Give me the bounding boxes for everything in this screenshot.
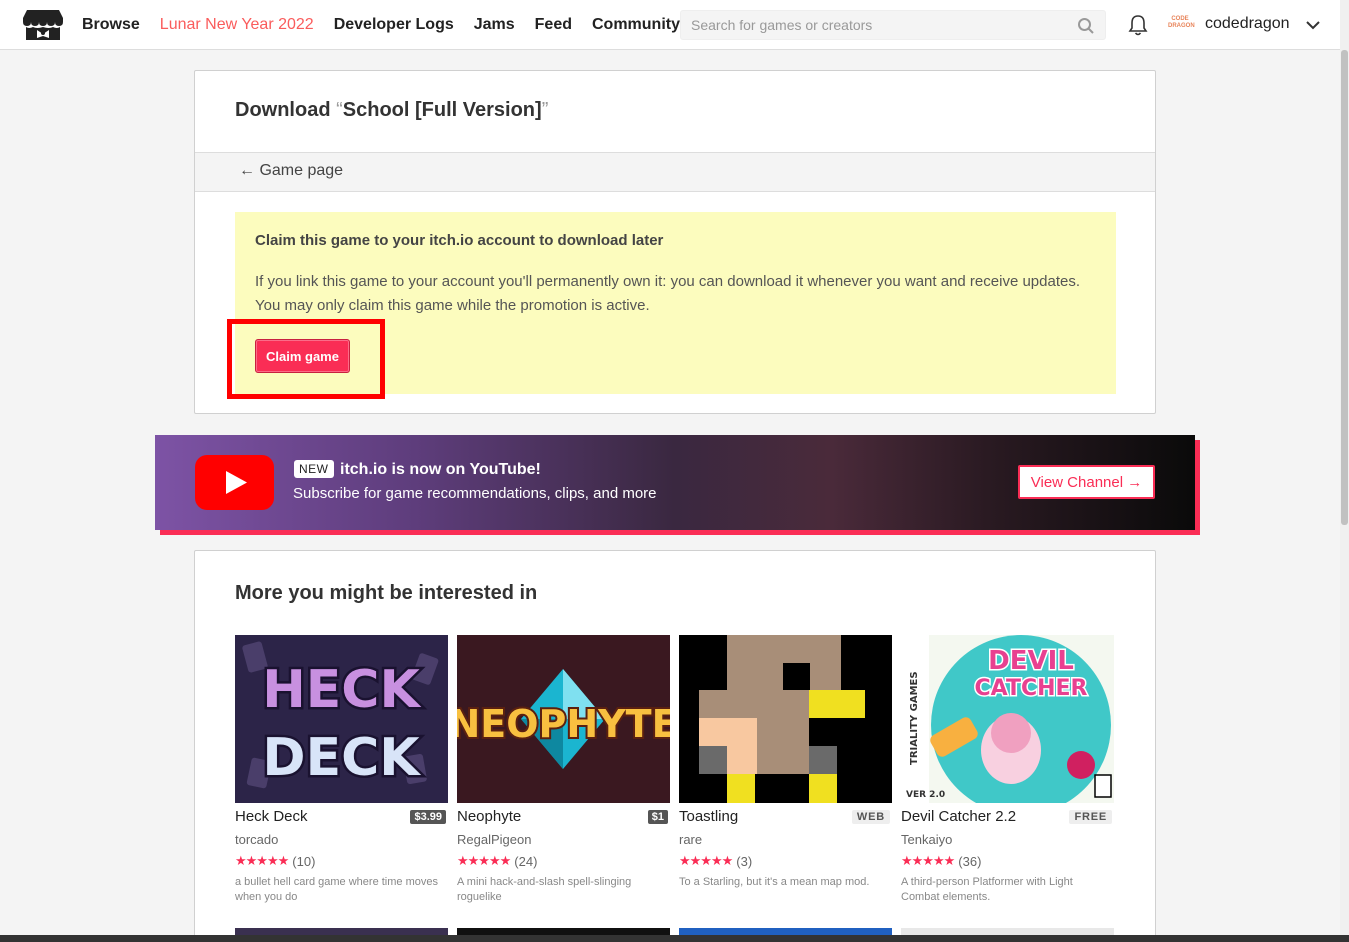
deck-text: DECK [262,728,421,788]
nav-feed[interactable]: Feed [535,16,572,34]
claim-text: If you link this game to your account yo… [255,273,1080,314]
youtube-banner[interactable]: NEW itch.io is now on YouTube! Subscribe… [155,435,1195,530]
star-rating-icon: ★★★★★ [235,853,289,868]
game-name: School [Full Version] [342,99,542,121]
new-badge: NEW [294,460,334,478]
star-rating-icon: ★★★★★ [457,853,511,868]
claim-notice: Claim this game to your itch.io account … [227,212,1116,399]
username[interactable]: codedragon [1205,15,1290,33]
game-rating: ★★★★★ (3) [679,853,892,869]
itchio-logo-icon[interactable] [23,8,63,42]
game-description: A third-person Platformer with Light Com… [901,876,1073,903]
game-thumbnail[interactable]: TRIALITY GAMES DEVIL CATCHER VER 2.0 [901,635,1114,803]
nav-lunar-new-year[interactable]: Lunar New Year 2022 [160,16,314,34]
search-icon[interactable] [1077,17,1095,35]
view-channel-button[interactable]: View Channel → [1018,465,1155,499]
game-description: A mini hack-and-slash spell-slinging rog… [457,876,632,903]
nav-jams[interactable]: Jams [474,16,515,34]
game-thumbnail[interactable]: HECK DECK [235,635,448,803]
bell-icon[interactable] [1128,14,1148,36]
search-input[interactable] [691,17,1061,33]
bottom-bar [0,935,1349,942]
game-card-neophyte[interactable]: NEOPHYTE Neophyte $1 RegalPigeon ★★★★★ (… [457,635,670,905]
download-panel: Download “School [Full Version]” ← Game … [194,70,1156,414]
game-card-heck-deck[interactable]: HECK DECK Heck Deck $3.99 torcado ★★★★★ … [235,635,448,905]
nav-developer-logs[interactable]: Developer Logs [334,16,454,34]
neophyte-text: NEOPHYTE [457,702,670,746]
game-page-link[interactable]: ← Game page [239,162,343,180]
price-badge: $1 [647,810,668,824]
game-card-toastling[interactable]: Toastling WEB rare ★★★★★ (3) To a Starli… [679,635,892,890]
page-title: Download “School [Full Version]” [235,99,548,122]
game-title[interactable]: Devil Catcher 2.2 [901,808,1016,825]
top-header: Browse Lunar New Year 2022 Developer Log… [0,0,1340,50]
platform-tag: WEB [851,810,890,824]
scrollbar-thumb[interactable] [1341,50,1348,525]
card-title-row: Toastling WEB [679,806,892,830]
rating-count: (10) [292,853,316,869]
claim-game-button[interactable]: Claim game [255,339,350,373]
claim-heading: Claim this game to your itch.io account … [255,232,664,249]
chevron-down-icon[interactable] [1305,18,1321,32]
game-rating: ★★★★★ (24) [457,853,670,869]
nav-community[interactable]: Community [592,16,680,34]
triality-text: TRIALITY GAMES [909,671,920,765]
youtube-logo-icon [195,455,274,510]
star-rating-icon: ★★★★★ [901,853,955,868]
heck-text: HECK [262,660,421,720]
game-rating: ★★★★★ (10) [235,853,448,869]
avatar[interactable]: CODE DRAGON [1168,16,1195,34]
section-title: More you might be interested in [235,582,538,604]
open-quote: “ [336,99,343,121]
game-author[interactable]: Tenkaiyo [901,832,1114,847]
rating-count: (24) [514,853,538,869]
devil-text: DEVIL [988,646,1074,676]
main-nav: Browse Lunar New Year 2022 Developer Log… [82,0,680,50]
price-badge: $3.99 [410,810,446,824]
game-title[interactable]: Toastling [679,808,738,825]
rating-count: (3) [736,853,753,869]
platform-tag: FREE [1069,810,1112,824]
game-description: To a Starling, but it's a mean map mod. [679,876,870,888]
game-author[interactable]: RegalPigeon [457,832,670,847]
catcher-text: CATCHER [975,676,1088,701]
card-title-row: Heck Deck $3.99 [235,806,448,830]
close-quote: ” [541,99,549,121]
game-author[interactable]: torcado [235,832,448,847]
scrollbar[interactable] [1340,0,1349,942]
recommendations-panel: More you might be interested in HECK DEC… [194,550,1156,942]
star-rating-icon: ★★★★★ [679,853,733,868]
version-text: VER 2.0 [906,790,945,800]
rating-count: (36) [958,853,982,869]
game-thumbnail[interactable] [679,635,892,803]
card-title-row: Devil Catcher 2.2 FREE [901,806,1114,830]
panel-nav-bar: ← Game page [195,152,1155,192]
game-title[interactable]: Neophyte [457,808,521,825]
game-title[interactable]: Heck Deck [235,808,308,825]
game-card-devil-catcher[interactable]: TRIALITY GAMES DEVIL CATCHER VER 2.0 Dev… [901,635,1114,905]
banner-title: itch.io is now on YouTube! [340,461,541,478]
banner-subtitle: Subscribe for game recommendations, clip… [293,485,657,502]
game-rating: ★★★★★ (36) [901,853,1114,869]
nav-browse[interactable]: Browse [82,16,140,34]
card-title-row: Neophyte $1 [457,806,670,830]
game-description: a bullet hell card game where time moves… [235,876,438,903]
game-author[interactable]: rare [679,832,892,847]
game-thumbnail[interactable]: NEOPHYTE [457,635,670,803]
search-bar [680,10,1106,40]
title-prefix: Download [235,99,337,121]
